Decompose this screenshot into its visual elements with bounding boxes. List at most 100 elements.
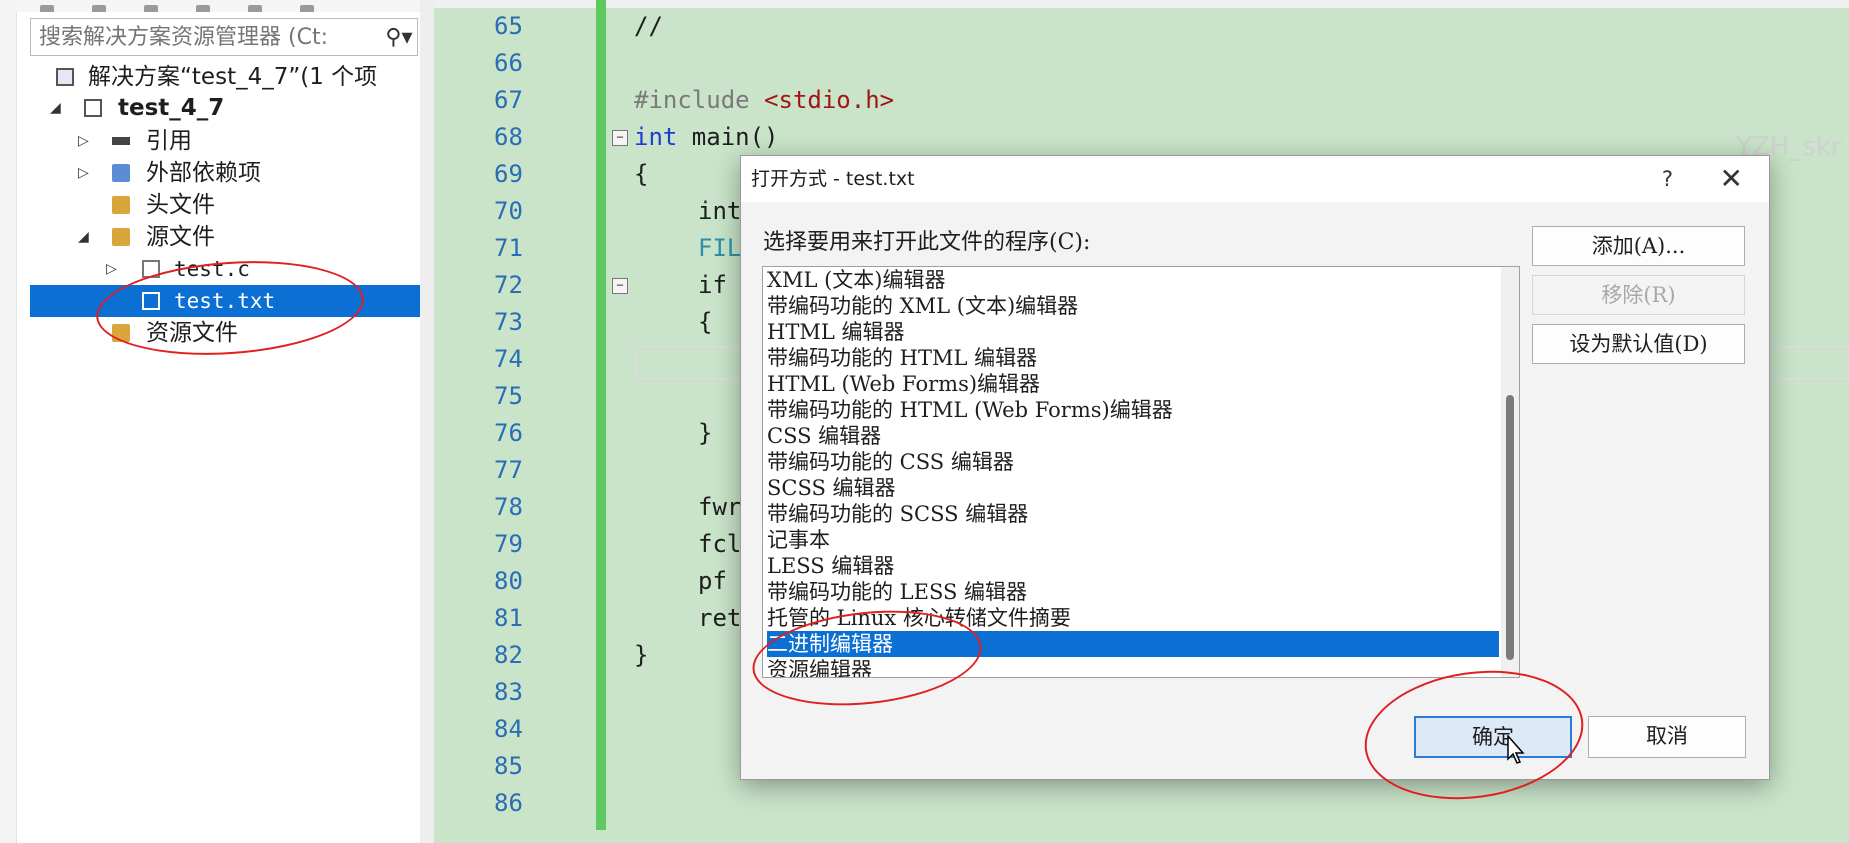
line-number: 82 bbox=[494, 641, 523, 669]
ide-window: ⚲▾ 解决方案“test_4_7”(1 个项 ◢ test_4_7 ▷ 引用 ▷… bbox=[0, 0, 1849, 843]
code-text: main() bbox=[677, 123, 779, 151]
c-file-icon bbox=[142, 260, 160, 278]
program-item[interactable]: 带编码功能的 HTML (Web Forms)编辑器 bbox=[763, 397, 1499, 423]
line-number: 71 bbox=[494, 234, 523, 262]
magnifier-icon[interactable]: ⚲▾ bbox=[381, 25, 417, 50]
tree-item-header-files[interactable]: 头文件 bbox=[30, 189, 420, 221]
program-item[interactable]: 资源编辑器 bbox=[763, 657, 1499, 677]
folder-icon bbox=[112, 228, 130, 246]
program-item[interactable]: HTML 编辑器 bbox=[763, 319, 1499, 345]
text-file-icon bbox=[142, 292, 160, 310]
code-text: fwr bbox=[698, 493, 742, 521]
folder-icon bbox=[112, 196, 130, 214]
line-number: 65 bbox=[494, 12, 523, 40]
program-item[interactable]: 带编码功能的 CSS 编辑器 bbox=[763, 449, 1499, 475]
line-number: 86 bbox=[494, 789, 523, 817]
program-prompt-label: 选择要用来打开此文件的程序(C): bbox=[763, 230, 1091, 255]
collapsed-arrow-icon[interactable]: ▷ bbox=[78, 125, 89, 157]
code-line[interactable]: 67 #include <stdio.h> bbox=[434, 82, 1849, 119]
dialog-titlebar[interactable]: 打开方式 - test.txt ? ✕ bbox=[741, 156, 1769, 202]
line-number: 67 bbox=[494, 86, 523, 114]
program-item[interactable]: 带编码功能的 XML (文本)编辑器 bbox=[763, 293, 1499, 319]
expanded-arrow-icon[interactable]: ◢ bbox=[78, 221, 89, 253]
toolbar-settings-icon[interactable] bbox=[300, 5, 315, 12]
toolbar-sync-icon[interactable] bbox=[144, 5, 159, 12]
explorer-search-box[interactable]: ⚲▾ bbox=[30, 18, 418, 56]
fold-collapse-icon[interactable]: − bbox=[612, 278, 628, 294]
tree-item-solution[interactable]: 解决方案“test_4_7”(1 个项 bbox=[30, 61, 420, 93]
line-number: 85 bbox=[494, 752, 523, 780]
program-item-selected[interactable]: 二进制编辑器 bbox=[767, 631, 1499, 657]
tree-item-label: 头文件 bbox=[146, 192, 215, 218]
program-item[interactable]: 托管的 Linux 核心转储文件摘要 bbox=[763, 605, 1499, 631]
line-number: 77 bbox=[494, 456, 523, 484]
keyword: if bbox=[698, 271, 727, 299]
code-line[interactable]: 65 // bbox=[434, 8, 1849, 45]
tree-item-label: test.txt bbox=[174, 289, 276, 313]
line-number: 72 bbox=[494, 271, 523, 299]
toolbar-refresh-icon[interactable] bbox=[196, 5, 211, 12]
tree-item-external-deps[interactable]: ▷ 外部依赖项 bbox=[30, 157, 420, 189]
program-item[interactable]: HTML (Web Forms)编辑器 bbox=[763, 371, 1499, 397]
collapsed-arrow-icon[interactable]: ▷ bbox=[78, 157, 89, 189]
program-item[interactable]: 带编码功能的 SCSS 编辑器 bbox=[763, 501, 1499, 527]
collapsed-arrow-icon[interactable]: ▷ bbox=[106, 253, 117, 285]
line-number: 69 bbox=[494, 160, 523, 188]
ok-button[interactable]: 确定 bbox=[1414, 716, 1572, 758]
tree-item-project[interactable]: ◢ test_4_7 bbox=[30, 92, 420, 124]
project-icon bbox=[84, 99, 102, 117]
line-number: 83 bbox=[494, 678, 523, 706]
code-line[interactable]: 66 bbox=[434, 45, 1849, 82]
program-item[interactable]: XML (文本)编辑器 bbox=[763, 267, 1499, 293]
help-button[interactable]: ? bbox=[1662, 156, 1673, 202]
explorer-toolbar bbox=[16, 0, 420, 12]
cancel-button[interactable]: 取消 bbox=[1588, 716, 1746, 758]
tree-item-label: 外部依赖项 bbox=[146, 160, 261, 186]
program-item[interactable]: SCSS 编辑器 bbox=[763, 475, 1499, 501]
tree-item-source-files[interactable]: ◢ 源文件 bbox=[30, 221, 420, 253]
solution-explorer: ⚲▾ 解决方案“test_4_7”(1 个项 ◢ test_4_7 ▷ 引用 ▷… bbox=[0, 0, 420, 843]
tree-item-label: 源文件 bbox=[146, 224, 215, 250]
code-line[interactable]: 86 bbox=[434, 785, 1849, 822]
line-number: 70 bbox=[494, 197, 523, 225]
keyword: ret bbox=[698, 604, 742, 632]
list-scrollbar[interactable] bbox=[1501, 267, 1519, 677]
code-line[interactable]: 68 − int main() bbox=[434, 119, 1849, 156]
line-number: 78 bbox=[494, 493, 523, 521]
references-icon bbox=[112, 137, 130, 145]
close-button[interactable]: ✕ bbox=[1720, 156, 1743, 202]
set-default-button[interactable]: 设为默认值(D) bbox=[1532, 324, 1745, 364]
program-listbox[interactable]: XML (文本)编辑器 带编码功能的 XML (文本)编辑器 HTML 编辑器 … bbox=[762, 266, 1520, 678]
fold-collapse-icon[interactable]: − bbox=[612, 130, 628, 146]
scrollbar-thumb[interactable] bbox=[1506, 395, 1514, 660]
tree-item-references[interactable]: ▷ 引用 bbox=[30, 125, 420, 157]
tree-item-label: 引用 bbox=[146, 128, 192, 154]
expanded-arrow-icon[interactable]: ◢ bbox=[50, 92, 61, 124]
program-item[interactable]: LESS 编辑器 bbox=[763, 553, 1499, 579]
add-program-button[interactable]: 添加(A)... bbox=[1532, 226, 1745, 266]
toolbar-back-icon[interactable] bbox=[40, 5, 54, 12]
toolbar-home-icon[interactable] bbox=[92, 5, 107, 12]
pane-splitter[interactable] bbox=[420, 0, 434, 843]
tree-item-label: 解决方案“test_4_7”(1 个项 bbox=[88, 64, 378, 90]
tree-item-resource-files[interactable]: 资源文件 bbox=[30, 317, 420, 349]
code-text: pf bbox=[698, 567, 727, 595]
tree-item-label: test_4_7 bbox=[118, 95, 225, 121]
open-with-dialog: 打开方式 - test.txt ? ✕ 选择要用来打开此文件的程序(C): XM… bbox=[740, 155, 1770, 780]
toolbar-collapse-icon[interactable] bbox=[248, 5, 263, 12]
program-item[interactable]: 记事本 bbox=[763, 527, 1499, 553]
external-deps-icon bbox=[112, 164, 130, 182]
keyword: int bbox=[634, 123, 678, 151]
code-text: fcl bbox=[698, 530, 742, 558]
program-item[interactable]: 带编码功能的 LESS 编辑器 bbox=[763, 579, 1499, 605]
tree-item-test-c[interactable]: ▷ test.c bbox=[30, 253, 420, 285]
program-item[interactable]: 带编码功能的 HTML 编辑器 bbox=[763, 345, 1499, 371]
remove-program-button[interactable]: 移除(R) bbox=[1532, 275, 1745, 315]
program-item[interactable]: CSS 编辑器 bbox=[763, 423, 1499, 449]
editor-tab-strip[interactable] bbox=[434, 0, 1849, 8]
tree-item-test-txt[interactable]: test.txt bbox=[30, 285, 420, 317]
include-header: <stdio.h> bbox=[764, 86, 895, 114]
line-number: 68 bbox=[494, 123, 523, 151]
line-number: 74 bbox=[494, 345, 523, 373]
explorer-search-input[interactable] bbox=[31, 20, 381, 54]
